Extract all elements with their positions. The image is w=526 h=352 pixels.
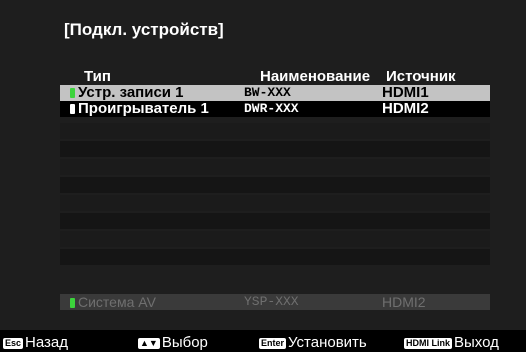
hdmi-link-key-icon: HDMI Link <box>404 337 452 349</box>
column-headers: Тип Наименование Источник <box>80 68 500 85</box>
enter-key-icon: Enter <box>259 337 287 349</box>
device-type: Проигрыватель 1 <box>70 101 209 117</box>
empty-row <box>60 195 490 211</box>
device-name: DWR-XXX <box>244 101 299 116</box>
column-header-source: Источник <box>386 68 456 85</box>
connected-indicator-icon <box>70 88 75 99</box>
device-row-player[interactable]: Проигрыватель 1 DWR-XXX HDMI2 <box>60 101 490 117</box>
enter-label: Установить <box>288 334 367 351</box>
av-system-type: Система AV <box>70 294 156 310</box>
device-source: HDMI1 <box>382 84 429 101</box>
menu-screen: [Подкл. устройств] Тип Наименование Исто… <box>0 0 526 330</box>
esc-key-icon: Esc <box>3 337 24 349</box>
exit-label: Выход <box>454 334 499 351</box>
av-system-type-label: Система AV <box>78 294 156 310</box>
connected-indicator-icon <box>70 298 75 309</box>
av-system-source: HDMI2 <box>382 294 426 310</box>
device-type: Устр. записи 1 <box>70 85 184 101</box>
empty-row <box>60 141 490 157</box>
menu-title: [Подкл. устройств] <box>64 20 224 39</box>
empty-row <box>60 177 490 193</box>
back-label: Назад <box>25 334 68 351</box>
empty-row <box>60 231 490 247</box>
empty-row <box>60 123 490 139</box>
back-hint[interactable]: Esc Назад <box>3 334 68 351</box>
footer-help: Esc Назад ▲▼ Выбор Enter Установить HDMI Li… <box>0 332 526 352</box>
connected-indicator-icon <box>70 104 75 115</box>
exit-hint[interactable]: HDMI Link Выход <box>404 334 499 351</box>
av-system-name: YSP-XXX <box>244 294 299 309</box>
enter-hint[interactable]: Enter Установить <box>259 334 367 351</box>
updown-key-icon: ▲▼ <box>138 337 160 349</box>
column-header-name: Наименование <box>260 68 371 85</box>
device-source: HDMI2 <box>382 100 429 117</box>
device-row-recorder[interactable]: Устр. записи 1 BW-XXX HDMI1 <box>60 85 490 101</box>
av-system-row: Система AV YSP-XXX HDMI2 <box>60 294 490 310</box>
empty-row <box>60 213 490 229</box>
device-type-label: Устр. записи 1 <box>78 84 184 101</box>
empty-row <box>60 159 490 175</box>
device-list: Устр. записи 1 BW-XXX HDMI1 Проигрывател… <box>60 85 490 275</box>
device-type-label: Проигрыватель 1 <box>78 100 209 117</box>
empty-row <box>60 249 490 265</box>
select-hint[interactable]: ▲▼ Выбор <box>138 334 208 351</box>
select-label: Выбор <box>161 334 208 351</box>
device-name: BW-XXX <box>244 85 291 100</box>
column-header-type: Тип <box>84 68 111 85</box>
